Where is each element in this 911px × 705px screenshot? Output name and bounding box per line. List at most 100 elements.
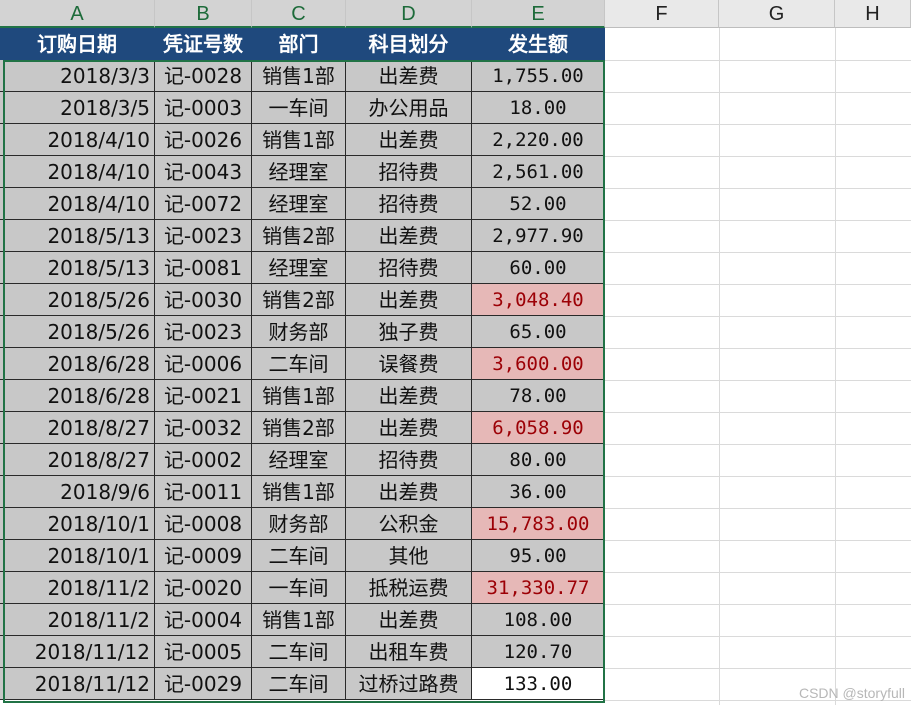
cell-date[interactable]: 2018/4/10 — [0, 124, 155, 156]
cell-subject[interactable]: 其他 — [346, 540, 472, 572]
cell-subject[interactable]: 出差费 — [346, 284, 472, 316]
cell-amount[interactable]: 78.00 — [472, 380, 605, 412]
cell-dept[interactable]: 销售1部 — [252, 476, 346, 508]
cell-voucher[interactable]: 记-0028 — [155, 60, 252, 92]
cell-subject[interactable]: 独子费 — [346, 316, 472, 348]
header-cell-date[interactable]: 订购日期 — [0, 28, 155, 60]
column-header-g[interactable]: G — [719, 0, 835, 28]
cell-subject[interactable]: 出差费 — [346, 124, 472, 156]
cell-date[interactable]: 2018/11/2 — [0, 604, 155, 636]
cell-voucher[interactable]: 记-0023 — [155, 316, 252, 348]
cell-voucher[interactable]: 记-0006 — [155, 348, 252, 380]
cell-subject[interactable]: 出差费 — [346, 476, 472, 508]
cell-dept[interactable]: 经理室 — [252, 444, 346, 476]
cell-date[interactable]: 2018/6/28 — [0, 348, 155, 380]
cell-dept[interactable]: 经理室 — [252, 252, 346, 284]
cell-voucher[interactable]: 记-0020 — [155, 572, 252, 604]
cell-subject[interactable]: 抵税运费 — [346, 572, 472, 604]
cell-subject[interactable]: 误餐费 — [346, 348, 472, 380]
cell-voucher[interactable]: 记-0032 — [155, 412, 252, 444]
cell-date[interactable]: 2018/4/10 — [0, 188, 155, 220]
cell-date[interactable]: 2018/11/12 — [0, 636, 155, 668]
cell-amount[interactable]: 80.00 — [472, 444, 605, 476]
cell-voucher[interactable]: 记-0029 — [155, 668, 252, 700]
cell-subject[interactable]: 出差费 — [346, 380, 472, 412]
cell-date[interactable]: 2018/5/26 — [0, 284, 155, 316]
cell-amount[interactable]: 2,977.90 — [472, 220, 605, 252]
cell-voucher[interactable]: 记-0002 — [155, 444, 252, 476]
cell-amount[interactable]: 31,330.77 — [472, 572, 605, 604]
cell-amount[interactable]: 95.00 — [472, 540, 605, 572]
cell-amount[interactable]: 60.00 — [472, 252, 605, 284]
cell-amount[interactable]: 3,048.40 — [472, 284, 605, 316]
cell-amount[interactable]: 2,220.00 — [472, 124, 605, 156]
empty-cells-area[interactable] — [605, 28, 911, 705]
cell-dept[interactable]: 销售2部 — [252, 284, 346, 316]
cell-dept[interactable]: 经理室 — [252, 188, 346, 220]
column-header-h[interactable]: H — [835, 0, 911, 28]
header-cell-dept[interactable]: 部门 — [252, 28, 346, 60]
cell-date[interactable]: 2018/8/27 — [0, 444, 155, 476]
cell-subject[interactable]: 出差费 — [346, 604, 472, 636]
cell-subject[interactable]: 出差费 — [346, 412, 472, 444]
cell-amount[interactable]: 3,600.00 — [472, 348, 605, 380]
cell-dept[interactable]: 财务部 — [252, 316, 346, 348]
cell-dept[interactable]: 销售2部 — [252, 412, 346, 444]
cell-voucher[interactable]: 记-0005 — [155, 636, 252, 668]
cell-date[interactable]: 2018/6/28 — [0, 380, 155, 412]
header-cell-subject[interactable]: 科目划分 — [346, 28, 472, 60]
cell-amount[interactable]: 108.00 — [472, 604, 605, 636]
cell-dept[interactable]: 销售1部 — [252, 604, 346, 636]
cell-subject[interactable]: 招待费 — [346, 444, 472, 476]
cell-voucher[interactable]: 记-0021 — [155, 380, 252, 412]
cell-voucher[interactable]: 记-0072 — [155, 188, 252, 220]
cell-subject[interactable]: 出差费 — [346, 220, 472, 252]
cell-dept[interactable]: 销售1部 — [252, 124, 346, 156]
header-cell-amount[interactable]: 发生额 — [472, 28, 605, 60]
cell-date[interactable]: 2018/8/27 — [0, 412, 155, 444]
cell-dept[interactable]: 销售2部 — [252, 220, 346, 252]
cell-subject[interactable]: 招待费 — [346, 156, 472, 188]
cell-date[interactable]: 2018/10/1 — [0, 540, 155, 572]
cell-subject[interactable]: 招待费 — [346, 252, 472, 284]
cell-amount[interactable]: 120.70 — [472, 636, 605, 668]
cell-amount[interactable]: 18.00 — [472, 92, 605, 124]
column-header-e[interactable]: E — [472, 0, 605, 28]
cell-amount[interactable]: 36.00 — [472, 476, 605, 508]
cell-voucher[interactable]: 记-0081 — [155, 252, 252, 284]
cell-dept[interactable]: 二车间 — [252, 636, 346, 668]
cell-voucher[interactable]: 记-0043 — [155, 156, 252, 188]
cell-amount[interactable]: 133.00 — [472, 668, 605, 700]
cell-amount[interactable]: 1,755.00 — [472, 60, 605, 92]
cell-subject[interactable]: 招待费 — [346, 188, 472, 220]
cell-subject[interactable]: 过桥过路费 — [346, 668, 472, 700]
cell-amount[interactable]: 52.00 — [472, 188, 605, 220]
column-header-a[interactable]: A — [0, 0, 155, 28]
cell-date[interactable]: 2018/5/13 — [0, 220, 155, 252]
cell-date[interactable]: 2018/10/1 — [0, 508, 155, 540]
cell-voucher[interactable]: 记-0023 — [155, 220, 252, 252]
cell-amount[interactable]: 65.00 — [472, 316, 605, 348]
cell-dept[interactable]: 二车间 — [252, 668, 346, 700]
cell-subject[interactable]: 办公用品 — [346, 92, 472, 124]
cell-date[interactable]: 2018/5/13 — [0, 252, 155, 284]
column-header-b[interactable]: B — [155, 0, 252, 28]
cell-date[interactable]: 2018/5/26 — [0, 316, 155, 348]
cell-dept[interactable]: 一车间 — [252, 572, 346, 604]
cell-dept[interactable]: 一车间 — [252, 92, 346, 124]
column-header-f[interactable]: F — [605, 0, 719, 28]
cell-dept[interactable]: 财务部 — [252, 508, 346, 540]
cell-dept[interactable]: 二车间 — [252, 348, 346, 380]
cell-voucher[interactable]: 记-0003 — [155, 92, 252, 124]
cell-voucher[interactable]: 记-0011 — [155, 476, 252, 508]
cell-date[interactable]: 2018/9/6 — [0, 476, 155, 508]
cell-dept[interactable]: 销售1部 — [252, 380, 346, 412]
cell-dept[interactable]: 二车间 — [252, 540, 346, 572]
column-header-d[interactable]: D — [346, 0, 472, 28]
column-header-c[interactable]: C — [252, 0, 346, 28]
cell-amount[interactable]: 15,783.00 — [472, 508, 605, 540]
cell-subject[interactable]: 公积金 — [346, 508, 472, 540]
header-cell-voucher[interactable]: 凭证号数 — [155, 28, 252, 60]
cell-dept[interactable]: 经理室 — [252, 156, 346, 188]
cell-date[interactable]: 2018/11/12 — [0, 668, 155, 700]
